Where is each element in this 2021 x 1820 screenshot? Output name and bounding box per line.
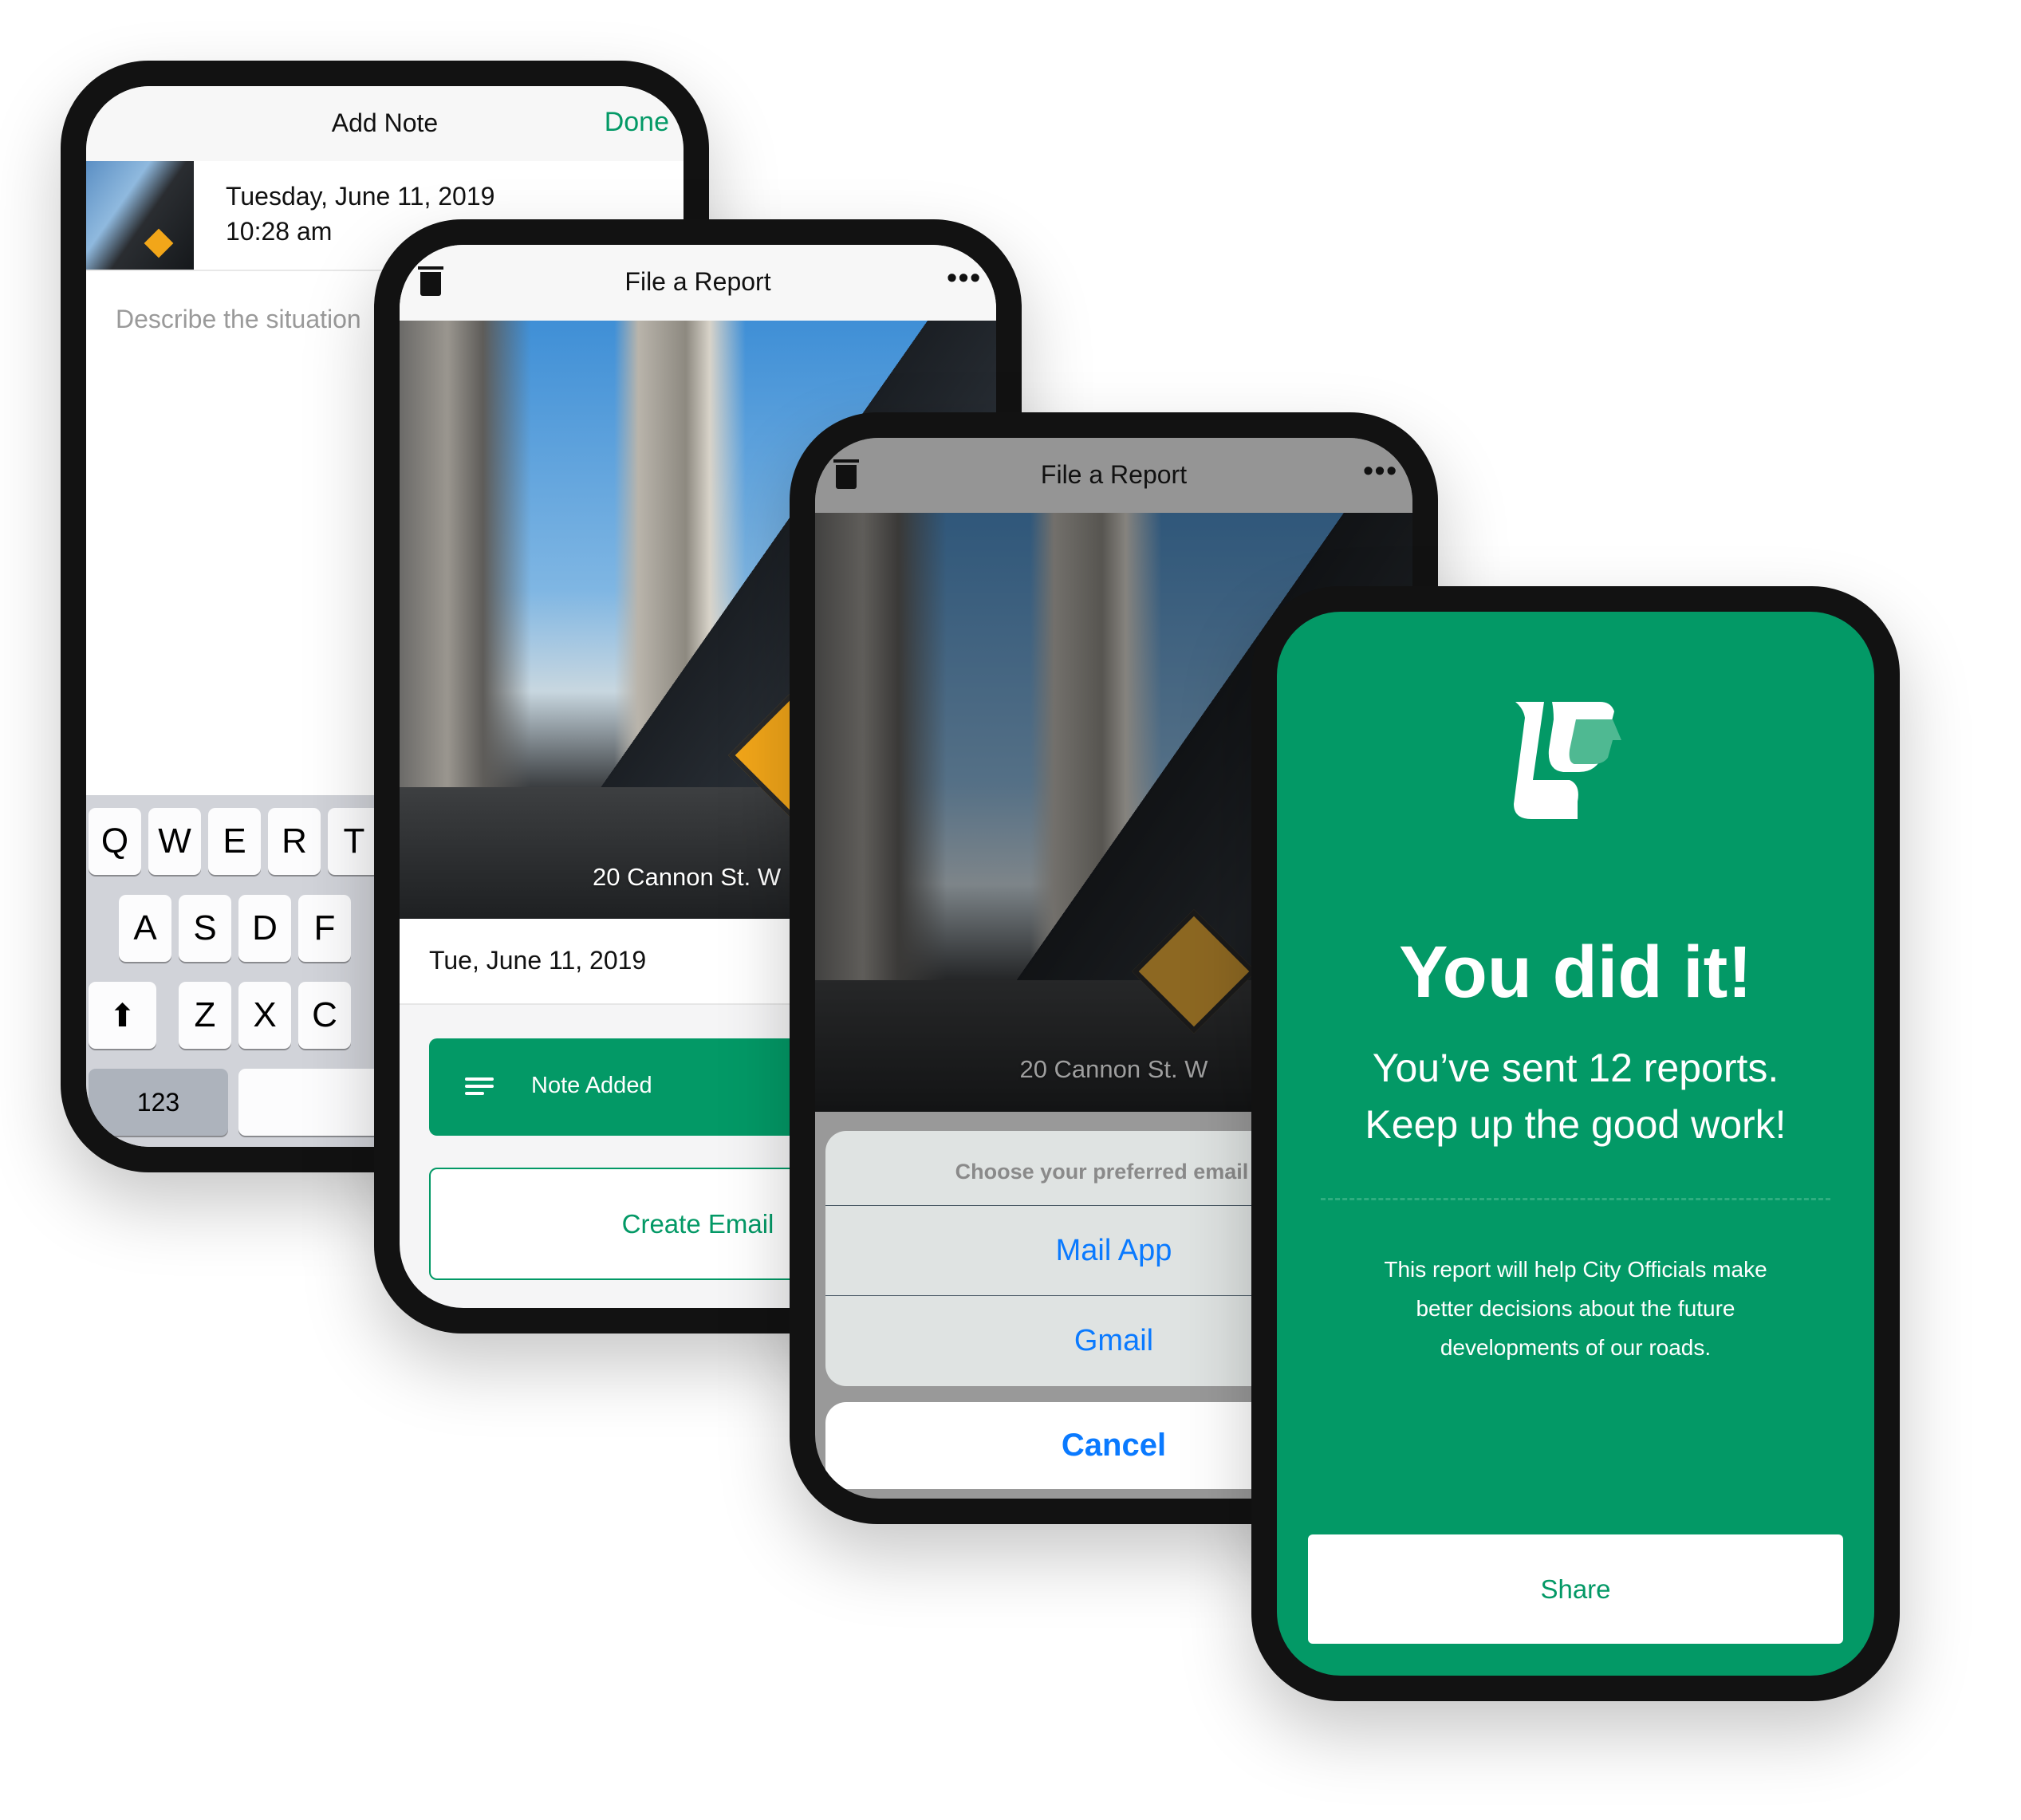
lc-logo <box>1514 702 1621 819</box>
key-a[interactable]: A <box>119 895 171 962</box>
note-time: 10:28 am <box>226 217 333 246</box>
ellipsis-icon[interactable]: ••• <box>1363 454 1398 487</box>
key-c[interactable]: C <box>298 982 351 1049</box>
email-header: File a Report ••• <box>815 438 1412 513</box>
file-report-header: File a Report ••• <box>400 245 996 321</box>
key-r[interactable]: R <box>268 808 321 875</box>
shift-arrow-icon: ⬆ <box>108 999 136 1034</box>
key-w[interactable]: W <box>148 808 201 875</box>
page-title: File a Report <box>624 267 771 296</box>
info-line: better decisions about the future <box>1416 1296 1735 1321</box>
reports-count-text: You’ve sent 12 reports. <box>1372 1046 1779 1090</box>
page-title: File a Report <box>1040 460 1188 489</box>
page-title: Add Note <box>331 108 439 137</box>
key-z[interactable]: Z <box>179 982 231 1049</box>
note-added-label: Note Added <box>531 1073 652 1098</box>
note-input[interactable]: Describe the situation <box>116 305 361 334</box>
key-t[interactable]: T <box>328 808 380 875</box>
shift-key[interactable]: ⬆ <box>89 982 156 1049</box>
done-button[interactable]: Done <box>605 107 669 138</box>
success-phone: You did it! You’ve sent 12 reports. Keep… <box>1251 586 1900 1701</box>
dashed-divider <box>1321 1198 1830 1200</box>
report-date: Tue, June 11, 2019 <box>429 946 647 975</box>
sign-icon <box>144 228 174 258</box>
photo-address: 20 Cannon St. W <box>593 863 782 891</box>
encouragement-text: Keep up the good work! <box>1365 1102 1787 1147</box>
ellipsis-icon[interactable]: ••• <box>947 261 982 294</box>
info-line: This report will help City Officials mak… <box>1384 1257 1767 1282</box>
key-q[interactable]: Q <box>89 808 141 875</box>
photo-thumbnail[interactable] <box>86 161 194 270</box>
note-date: Tuesday, June 11, 2019 <box>226 182 495 211</box>
lines-icon <box>465 1077 494 1095</box>
add-note-header: Add Note Done <box>86 86 684 161</box>
key-x[interactable]: X <box>238 982 291 1049</box>
success-heading: You did it! <box>1399 932 1752 1013</box>
key-d[interactable]: D <box>238 895 291 962</box>
info-text: This report will help City Officials mak… <box>1277 1250 1874 1367</box>
info-line: developments of our roads. <box>1440 1335 1712 1360</box>
numbers-key[interactable]: 123 <box>89 1069 228 1136</box>
key-e[interactable]: E <box>208 808 261 875</box>
key-f[interactable]: F <box>298 895 351 962</box>
share-button[interactable]: Share <box>1308 1534 1843 1644</box>
success-screen: You did it! You’ve sent 12 reports. Keep… <box>1277 612 1874 1676</box>
key-s[interactable]: S <box>179 895 231 962</box>
